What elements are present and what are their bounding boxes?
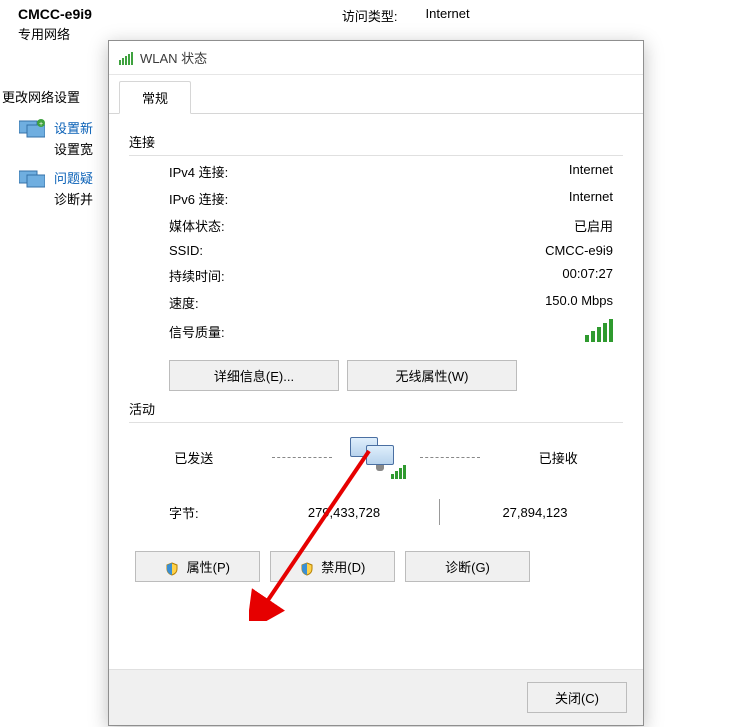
access-type-label: 访问类型: <box>342 6 398 43</box>
setup-desc: 设置宽 <box>54 139 93 158</box>
group-connection: 连接 <box>129 132 623 156</box>
signal-icon <box>119 51 134 65</box>
bytes-sent: 279,433,728 <box>269 505 419 520</box>
ssid-value: CMCC-e9i9 <box>545 243 613 258</box>
duration-label: 持续时间: <box>169 266 225 285</box>
bytes-row: 字节: 279,433,728 27,894,123 <box>129 489 623 529</box>
access-type-value: Internet <box>426 6 470 43</box>
duration-value: 00:07:27 <box>562 266 613 285</box>
wireless-properties-button[interactable]: 无线属性(W) <box>347 360 517 391</box>
group-activity: 活动 <box>129 399 623 423</box>
activity-graphic: 已发送 已接收 <box>129 435 623 479</box>
network-name: CMCC-e9i9 <box>18 6 92 22</box>
bg-header: CMCC-e9i9 专用网络 访问类型: Internet <box>0 0 752 43</box>
dialog-title: WLAN 状态 <box>140 48 207 67</box>
ipv6-label: IPv6 连接: <box>169 189 228 208</box>
dashline-right <box>420 457 480 458</box>
shield-icon <box>300 562 314 576</box>
network-type: 专用网络 <box>18 24 92 43</box>
diagnose-button[interactable]: 诊断(G) <box>405 551 530 582</box>
dialog-content: 连接 IPv4 连接: Internet IPv6 连接: Internet 媒体状… <box>109 114 643 669</box>
dialog-footer: 关闭(C) <box>109 669 643 725</box>
media-value: 已启用 <box>574 216 613 235</box>
troubleshoot-desc: 诊断并 <box>54 189 93 208</box>
sent-label: 已发送 <box>129 448 258 467</box>
bytes-divider <box>439 499 440 525</box>
tab-strip: 常规 <box>109 75 643 114</box>
wlan-status-dialog: WLAN 状态 常规 连接 IPv4 连接: Internet IPv6 连接: I… <box>108 40 644 726</box>
troubleshoot-link: 问题疑 <box>54 168 93 187</box>
close-button[interactable]: 关闭(C) <box>527 682 627 713</box>
shield-icon <box>165 562 179 576</box>
ipv6-value: Internet <box>569 189 613 208</box>
recv-label: 已接收 <box>494 448 623 467</box>
ipv4-label: IPv4 连接: <box>169 162 228 181</box>
signal-quality-icon <box>583 320 613 342</box>
details-button[interactable]: 详细信息(E)... <box>169 360 339 391</box>
disable-button[interactable]: 禁用(D) <box>270 551 395 582</box>
network-setup-icon: + <box>18 118 46 140</box>
disable-label: 禁用(D) <box>321 560 365 575</box>
titlebar[interactable]: WLAN 状态 <box>109 41 643 75</box>
ssid-label: SSID: <box>169 243 203 258</box>
bytes-recv: 27,894,123 <box>460 505 610 520</box>
media-label: 媒体状态: <box>169 216 225 235</box>
speed-value: 150.0 Mbps <box>545 293 613 312</box>
properties-label: 属性(P) <box>187 560 230 575</box>
tab-general[interactable]: 常规 <box>119 81 191 114</box>
bytes-label: 字节: <box>169 503 269 522</box>
signal-quality-label: 信号质量: <box>169 322 225 341</box>
setup-link: 设置新 <box>54 118 93 137</box>
troubleshoot-icon <box>18 168 46 190</box>
svg-text:+: + <box>39 121 43 128</box>
computers-icon <box>346 435 406 479</box>
properties-button[interactable]: 属性(P) <box>135 551 260 582</box>
speed-label: 速度: <box>169 293 199 312</box>
ipv4-value: Internet <box>569 162 613 181</box>
dashline-left <box>272 457 332 458</box>
